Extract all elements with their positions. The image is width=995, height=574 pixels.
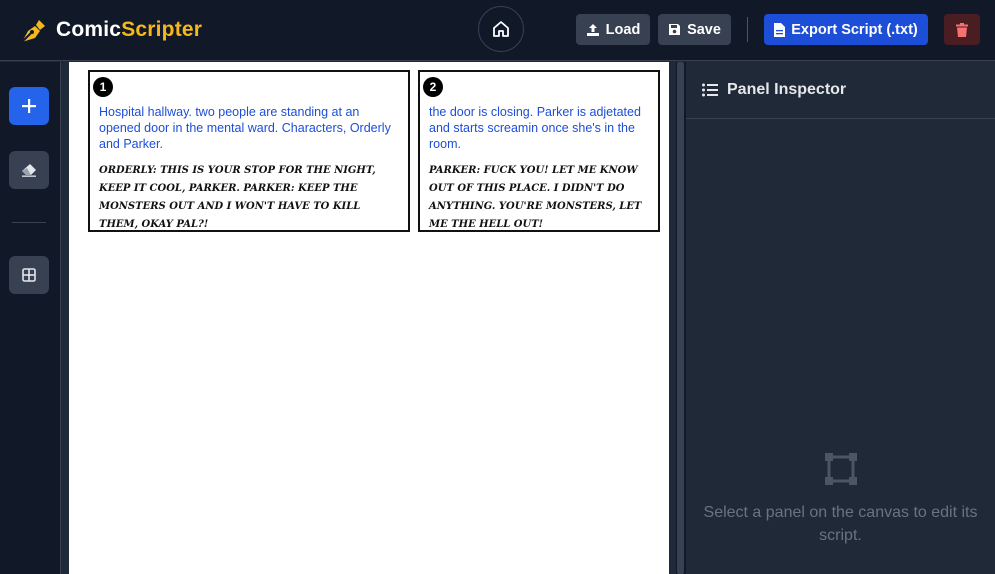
- grid-icon: [22, 268, 36, 282]
- export-script-button[interactable]: Export Script (.txt): [764, 14, 928, 45]
- eraser-icon: [22, 164, 36, 177]
- panel-number-badge: 2: [423, 77, 443, 97]
- app-logo: ComicScripter: [20, 16, 202, 44]
- comic-panel-1[interactable]: 1 Hospital hallway. two people are stand…: [88, 70, 410, 232]
- layout-grid-button[interactable]: [9, 256, 49, 294]
- top-bar: ComicScripter Load Save Export Script (.…: [0, 0, 995, 61]
- canvas-area: 1 Hospital hallway. two people are stand…: [61, 62, 676, 574]
- floppy-disk-icon: [669, 24, 681, 35]
- panel-dialogue: PARKER: FUCK YOU! LET ME KNOW OUT OF THI…: [429, 165, 642, 230]
- inspector-empty-state: Select a panel on the canvas to edit its…: [686, 452, 995, 547]
- panel-dialogue: ORDERLY: THIS IS YOUR STOP FOR THE NIGHT…: [99, 165, 376, 230]
- save-button[interactable]: Save: [658, 14, 731, 45]
- file-text-icon: [774, 22, 786, 37]
- delete-button[interactable]: [944, 14, 980, 45]
- panel-number-badge: 1: [93, 77, 113, 97]
- app-title: ComicScripter: [56, 18, 203, 41]
- vector-square-icon: [824, 453, 857, 485]
- home-icon: [493, 21, 509, 37]
- upload-icon: [586, 23, 599, 36]
- comic-panel-2[interactable]: 2 the door is closing. Parker is adjetat…: [418, 70, 660, 232]
- sidebar-divider: [12, 222, 46, 223]
- canvas-scrollbar[interactable]: [676, 62, 686, 574]
- pen-nib-icon: [21, 20, 45, 43]
- scrollbar-thumb[interactable]: [677, 62, 684, 574]
- tool-sidebar: [0, 62, 61, 574]
- inspector-empty-message: Select a panel on the canvas to edit its…: [703, 504, 978, 544]
- list-icon: [702, 83, 718, 97]
- panel-description: the door is closing. Parker is adjetated…: [429, 105, 641, 151]
- home-button[interactable]: [478, 6, 524, 52]
- toolbar-divider: [747, 17, 748, 42]
- inspector-header: Panel Inspector: [686, 62, 995, 119]
- load-button[interactable]: Load: [576, 14, 650, 45]
- eraser-button[interactable]: [9, 151, 49, 189]
- inspector-title: Panel Inspector: [727, 81, 847, 98]
- plus-icon: [22, 99, 36, 113]
- add-panel-button[interactable]: [9, 87, 49, 125]
- panel-description: Hospital hallway. two people are standin…: [99, 105, 391, 151]
- trash-icon: [956, 22, 968, 37]
- comic-page: 1 Hospital hallway. two people are stand…: [69, 62, 669, 574]
- panel-inspector: Panel Inspector Select a panel on the ca…: [686, 62, 995, 574]
